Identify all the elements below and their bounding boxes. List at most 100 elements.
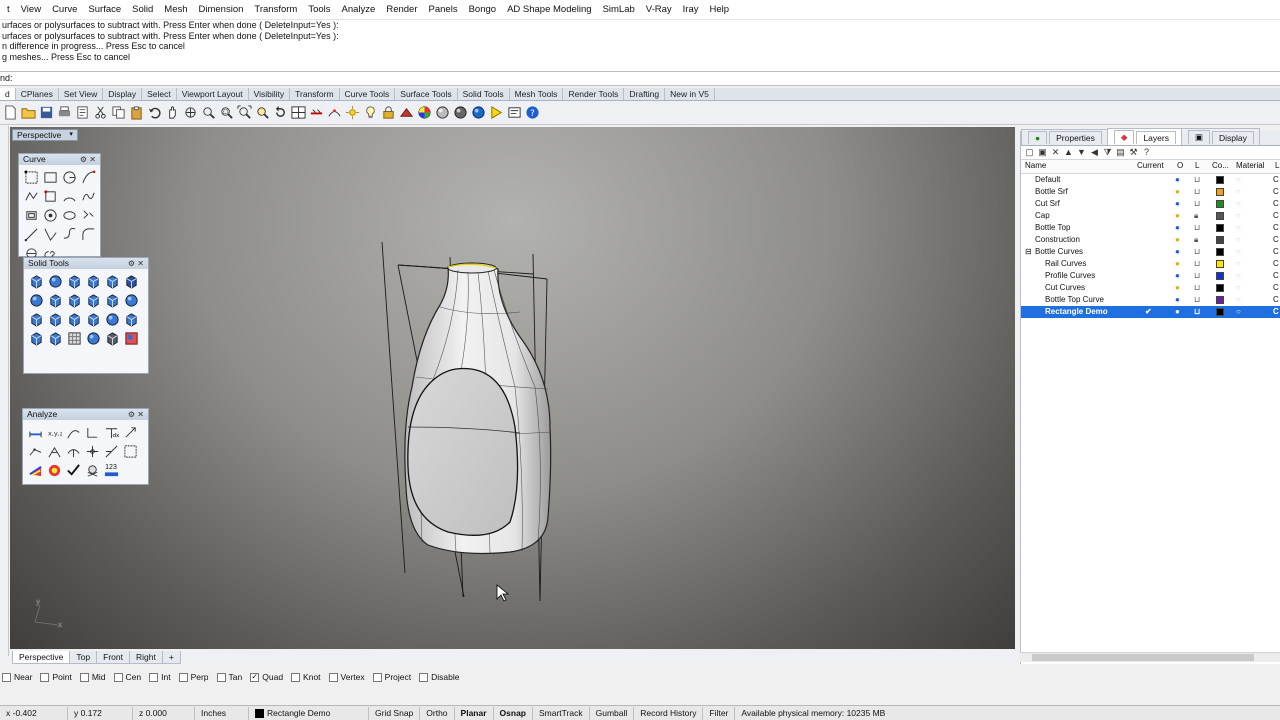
gumball-toggle[interactable]: Gumball xyxy=(590,706,635,720)
linetype-cell[interactable]: C xyxy=(1273,234,1279,246)
osnap-mid[interactable]: Mid xyxy=(79,672,106,682)
menu-item[interactable]: AD Shape Modeling xyxy=(502,4,598,15)
move-parent-icon[interactable]: ◀ xyxy=(1089,147,1100,158)
undo-view-icon[interactable] xyxy=(272,104,289,121)
toolbar-tab[interactable]: CPlanes xyxy=(16,88,59,100)
delete-layer-icon[interactable]: ✕ xyxy=(1050,147,1061,158)
shell-icon[interactable] xyxy=(66,311,82,327)
units[interactable]: Inches xyxy=(195,706,249,720)
linetype-cell[interactable]: C xyxy=(1273,258,1279,270)
osnap-near[interactable]: Near xyxy=(2,672,32,682)
panel-close-icon[interactable]: ⚙ ✕ xyxy=(128,258,144,269)
check-icon[interactable] xyxy=(65,462,81,478)
radius-icon[interactable]: dx xyxy=(103,424,119,440)
linetype-cell[interactable]: C xyxy=(1273,270,1279,282)
fillet-curve-icon[interactable] xyxy=(80,226,96,242)
osnap-checkbox[interactable] xyxy=(372,672,382,682)
tab-layers[interactable]: ◆ Layers xyxy=(1106,128,1182,145)
angle-icon[interactable] xyxy=(84,424,100,440)
menu-item[interactable]: Help xyxy=(705,4,736,15)
lock-open-icon[interactable]: ⊔ xyxy=(1194,270,1200,282)
toolbar-tab[interactable]: Mesh Tools xyxy=(510,88,564,100)
analyze-panel-header[interactable]: Analyze ⚙ ✕ xyxy=(23,409,148,420)
toolbar-tab[interactable]: Visibility xyxy=(249,88,291,100)
viewport-tab[interactable]: Perspective xyxy=(12,651,71,664)
panel-close-icon[interactable]: ⚙ ✕ xyxy=(128,409,144,420)
lock-closed-icon[interactable]: 🔒︎ xyxy=(1194,234,1198,246)
viewport-tab[interactable]: Top xyxy=(69,651,98,664)
create-uv-icon[interactable] xyxy=(123,330,139,346)
curvature-analysis-icon[interactable] xyxy=(27,462,43,478)
layer-row[interactable]: Rectangle Demo ✔ ● ⊔ ○ C xyxy=(1021,306,1280,318)
menu-item[interactable]: Render xyxy=(381,4,423,15)
zebra-icon[interactable] xyxy=(122,443,138,459)
light-bulb-icon[interactable]: ● xyxy=(1175,186,1180,198)
osnap-int[interactable]: Int xyxy=(149,672,171,682)
layer-row[interactable]: Cap ● 🔒︎ ○ C xyxy=(1021,210,1280,222)
geometric-continuity-icon[interactable] xyxy=(46,443,62,459)
direction-icon[interactable] xyxy=(122,424,138,440)
circle-icon[interactable] xyxy=(42,207,58,223)
ellipse-icon[interactable] xyxy=(61,207,77,223)
lighting-icon[interactable] xyxy=(488,104,505,121)
help-icon[interactable]: ? xyxy=(524,104,541,121)
polygon-icon[interactable] xyxy=(61,169,77,185)
offset-curve-icon[interactable] xyxy=(23,207,39,223)
toolbar-tab[interactable]: Render Tools xyxy=(563,88,625,100)
layer-row[interactable]: Construction ● 🔒︎ ○ C xyxy=(1021,234,1280,246)
split-edge-icon[interactable] xyxy=(104,311,120,327)
planar-toggle[interactable]: Planar xyxy=(455,706,494,720)
line-icon[interactable] xyxy=(23,226,39,242)
filter-icon[interactable]: ⧩ xyxy=(1102,147,1113,158)
pipe-icon[interactable] xyxy=(123,273,139,289)
move-down-icon[interactable]: ▼ xyxy=(1076,147,1087,158)
draft-angle-icon[interactable] xyxy=(46,462,62,478)
filter-toggle[interactable]: Filter xyxy=(703,706,736,720)
bad-objects-icon[interactable] xyxy=(84,462,100,478)
zoom-icon[interactable] xyxy=(200,104,217,121)
menu-item[interactable]: View xyxy=(16,4,47,15)
menu-item[interactable]: V-Ray xyxy=(641,4,678,15)
scrollbar-thumb[interactable] xyxy=(1032,654,1254,661)
linetype-cell[interactable]: C xyxy=(1273,306,1279,318)
menu-item[interactable]: Mesh xyxy=(159,4,193,15)
menu-item[interactable]: Iray xyxy=(678,4,705,15)
layer-color-swatch[interactable] xyxy=(1216,210,1224,222)
cap-icon[interactable] xyxy=(123,292,139,308)
rib-icon[interactable] xyxy=(104,330,120,346)
chamfer-edge-icon[interactable] xyxy=(47,311,63,327)
new-sublayer-icon[interactable]: ▣ xyxy=(1037,147,1048,158)
length-icon[interactable] xyxy=(65,424,81,440)
toolbar-tab[interactable]: Transform xyxy=(290,88,340,100)
menu-item[interactable]: Solid xyxy=(127,4,159,15)
union-icon[interactable] xyxy=(28,292,44,308)
zoom-selected-icon[interactable] xyxy=(254,104,271,121)
lock-closed-icon[interactable]: 🔒︎ xyxy=(1194,210,1198,222)
toolbar-tab[interactable]: Select xyxy=(142,88,177,100)
layer-row[interactable]: Bottle Top Curve ● ⊔ ○ C xyxy=(1021,294,1280,306)
split-icon[interactable] xyxy=(85,292,101,308)
menu-item[interactable]: Tools xyxy=(303,4,336,15)
extrude-icon[interactable] xyxy=(104,292,120,308)
color-wheel-icon[interactable] xyxy=(416,104,433,121)
lock-open-icon[interactable]: ⊔ xyxy=(1194,258,1200,270)
points-on-icon[interactable] xyxy=(326,104,343,121)
col-name[interactable]: Name xyxy=(1025,160,1046,172)
help-icon[interactable]: ? xyxy=(1141,147,1152,158)
move-up-icon[interactable]: ▲ xyxy=(1063,147,1074,158)
curve-toolbar-panel[interactable]: Curve ⚙ ✕ xyxy=(18,153,101,260)
open-folder-icon[interactable] xyxy=(20,104,37,121)
light-bulb-icon[interactable]: ● xyxy=(1175,294,1180,306)
osnap-point[interactable]: Point xyxy=(40,672,72,682)
toolbar-tab[interactable]: Drafting xyxy=(624,88,666,100)
rectangle-corner-icon[interactable] xyxy=(42,188,58,204)
light-bulb-icon[interactable]: ● xyxy=(1175,306,1180,318)
linetype-cell[interactable]: C xyxy=(1273,186,1279,198)
count-badge[interactable]: 123 xyxy=(103,462,119,478)
tangent-line-icon[interactable] xyxy=(42,226,58,242)
fillet-edge-icon[interactable] xyxy=(28,311,44,327)
layer-row[interactable]: Default ● ⊔ ○ C xyxy=(1021,174,1280,186)
curvature-icon[interactable] xyxy=(27,443,43,459)
layer-color-swatch[interactable] xyxy=(1216,306,1224,318)
layer-state-icon[interactable]: ▤ xyxy=(1115,147,1126,158)
